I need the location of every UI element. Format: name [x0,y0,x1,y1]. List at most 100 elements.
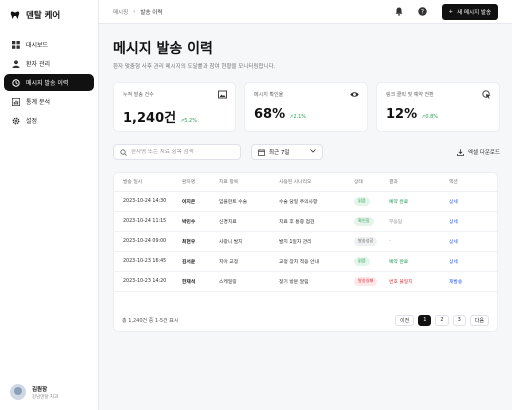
column-header-action: 액션 [445,173,497,192]
sidebar-item-settings[interactable]: 설정 [4,112,94,129]
stat-label: 메시지 확인율 [254,92,284,98]
pagination-page-2[interactable]: 2 [435,314,449,326]
pagination-next-button[interactable]: 다음 [469,314,489,326]
chart-icon [11,97,20,106]
detail-link[interactable]: 상세 [449,220,458,225]
stat-delta: ↗2.1% [289,114,307,120]
user-role: 강남덴탈 치과 [32,394,59,400]
detail-link[interactable]: 상세 [449,200,458,205]
column-header-scenario: 사용된 시나리오 [275,173,350,192]
cell-action: 상세 [445,251,497,272]
cell-status: 읽음 [350,251,385,272]
pagination-prev-button[interactable]: 이전 [395,314,415,326]
plus-icon: + [448,8,454,15]
status-badge: 발송실패 [354,276,378,286]
history-table-card: 발송 일시 환자명 치료 항목 사용된 시나리오 상태 결과 액션 2023-1… [113,172,498,332]
cell-scenario: 교정 장치 적응 안내 [275,251,350,272]
cell-treatment: 신경치료 [215,211,275,232]
cell-patient: 이지은 [178,191,215,212]
column-header-result: 결과 [385,173,445,192]
table-footer: 총 1,240건 중 1-5건 표시 이전 1 2 3 다음 [114,309,497,331]
help-icon[interactable]: ? [418,7,428,17]
cell-treatment: 스케일링 [215,271,275,292]
svg-text:?: ? [421,9,424,16]
stats-row: 누적 발송 건수 1,240건 ↗5.2% 메시지 확인율 68% ↗2.1% [113,82,500,132]
stat-delta: ↗5.2% [180,118,197,124]
stat-value: 68% [254,107,286,122]
new-message-button[interactable]: + 새 메시지 발송 [441,3,498,20]
cell-action: 상세 [445,191,497,212]
user-profile[interactable]: 김원장 강남덴탈 치과 [10,384,58,400]
sidebar-item-patients[interactable]: 환자 관리 [4,55,94,72]
cell-result: 예약 완료 [385,251,445,272]
stat-delta: ↗0.8% [421,114,439,120]
cell-result: 번호 불일치 [385,271,445,292]
pagination-page-1[interactable]: 1 [418,314,432,326]
cell-result: 무응답 [385,211,445,232]
sidebar-item-dashboard[interactable]: 대시보드 [4,36,94,53]
period-select[interactable]: 최근 7일 [251,144,323,160]
gear-icon [11,116,20,125]
cell-status: 발송성공 [350,231,385,252]
period-value: 최근 7일 [269,150,290,156]
dashboard-icon [11,40,20,49]
cell-date: 2023-10-24 11:15 [114,211,178,232]
sidebar-item-label: 대시보드 [26,42,49,49]
topbar: 메시징 › 발송 이력 ? + 새 메시지 발송 [99,0,512,24]
cell-date: 2023-10-23 16:45 [114,251,178,272]
cell-action: 재발송 [445,271,497,292]
cell-treatment: 치아 교정 [215,251,275,272]
page-subtitle: 환자 맞춤형 사후 관리 메시지의 도달률과 참여 현황을 모니터링합니다. [113,64,276,70]
stat-label: 누적 발송 건수 [123,92,154,98]
cell-patient: 박민수 [178,211,215,232]
main-area: 메시징 › 발송 이력 ? + 새 메시지 발송 메시지 발송 이력 환자 맞춤… [99,0,512,410]
breadcrumb: 메시징 › 발송 이력 [113,8,162,16]
detail-link[interactable]: 상세 [449,240,458,245]
table-row: 2023-10-24 11:15 박민수 신경치료 치료 후 통증 점검 확인함 무응답 상… [114,211,497,232]
history-table: 발송 일시 환자명 치료 항목 사용된 시나리오 상태 결과 액션 2023-1… [114,173,497,292]
status-badge: 확인함 [354,216,374,226]
breadcrumb-item-current: 발송 이력 [140,9,163,16]
content: 메시지 발송 이력 환자 맞춤형 사후 관리 메시지의 도달률과 참여 현황을 … [99,24,512,332]
table-body: 2023-10-24 14:30 이지은 임플란트 수술 수술 당일 주의사항 읽음 예약… [114,191,497,292]
sidebar-item-statistics[interactable]: 통계 분석 [4,93,94,110]
stat-value: 1,240건 [123,111,177,126]
cell-patient: 최현우 [178,231,215,252]
cursor-click-icon [482,90,491,99]
sidebar-item-label: 통계 분석 [26,99,50,106]
user-name: 김원장 [32,386,48,393]
breadcrumb-item-messaging[interactable]: 메시징 [113,8,128,16]
export-excel-button[interactable]: 엑셀 다운로드 [456,148,500,156]
table-row: 2023-10-24 09:00 최현우 사랑니 발치 발치 1일차 관리 발송성공 - 상… [114,231,497,252]
stat-value-row: 12% ↗0.8% [386,107,490,122]
cell-scenario: 발치 1일차 관리 [275,231,350,252]
export-label: 엑셀 다운로드 [467,150,500,156]
sidebar-nav: 대시보드 환자 관리 메시지 발송 이력 통계 분석 설정 [0,30,98,135]
table-summary: 총 1,240건 중 1-5건 표시 [122,317,179,324]
app-root: 덴탈 케어 대시보드 환자 관리 메시지 발송 이력 통계 분석 설정 김원장 … [0,0,512,410]
download-icon [456,148,464,156]
pagination-page-3[interactable]: 3 [452,314,466,326]
search-icon [120,148,127,156]
cell-action: 상세 [445,211,497,232]
detail-link[interactable]: 상세 [449,260,458,265]
cell-status: 확인함 [350,211,385,232]
new-message-label: 새 메시지 발송 [457,9,491,16]
page-title: 메시지 발송 이력 [113,41,213,57]
cell-status: 읽음 [350,191,385,212]
sidebar-item-label: 환자 관리 [26,61,50,68]
cell-treatment: 사랑니 발치 [215,231,275,252]
bell-icon[interactable] [394,7,404,17]
table-row: 2023-10-23 14:20 한재석 스케일링 정기 방문 알림 발송실패 번호 불일… [114,271,497,292]
top-actions: ? + 새 메시지 발송 [394,3,498,20]
cell-date: 2023-10-23 14:20 [114,271,178,292]
status-badge: 읽음 [354,196,370,206]
search-box [113,144,241,160]
search-input[interactable] [131,149,231,155]
filters-row: 최근 7일 엑셀 다운로드 [113,144,500,160]
resend-link[interactable]: 재발송 [449,280,462,285]
sidebar-item-message-history[interactable]: 메시지 발송 이력 [4,74,94,91]
status-badge: 읽음 [354,256,370,266]
chevron-down-icon [310,149,316,155]
cell-treatment: 임플란트 수술 [215,191,275,212]
